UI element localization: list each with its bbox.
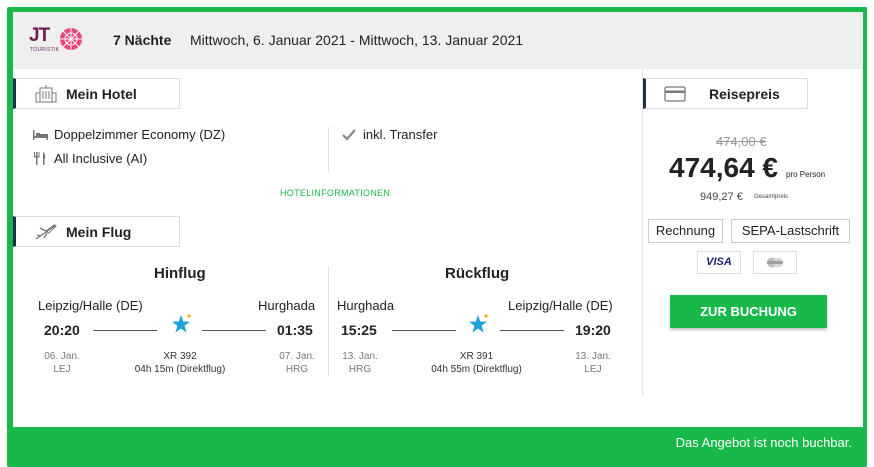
total-price: 949,27 €	[700, 191, 743, 203]
offer-header: JT TOURISTIK 7 Nächte Mittwoch, 6. Janua…	[13, 12, 863, 69]
outbound-arr-info: 07. Jan. HRG	[271, 350, 323, 376]
airplane-icon	[35, 224, 57, 240]
board-type: All Inclusive (AI)	[54, 151, 148, 166]
logo-flower-icon	[60, 28, 82, 50]
return-dep-info: 13. Jan. HRG	[334, 350, 386, 376]
airline-star-icon	[172, 314, 191, 333]
return-dep-code: HRG	[348, 364, 372, 375]
trip-nights: 7 Nächte	[113, 32, 172, 48]
outbound-route-line-right	[202, 330, 266, 331]
jt-touristik-logo: JT TOURISTIK	[29, 25, 89, 59]
price-section-title: Reisepreis	[709, 86, 780, 102]
return-duration: 04h 55m (Direktflug)	[431, 364, 522, 375]
return-route-line-left	[392, 330, 456, 331]
outbound-dep-time: 20:20	[44, 322, 80, 338]
outbound-dep-code: LEJ	[53, 364, 71, 375]
credit-card-icon	[664, 86, 686, 102]
payment-sepa-button[interactable]: SEPA-Lastschrift	[731, 219, 850, 243]
mastercard-logo	[767, 257, 783, 268]
outbound-arr-date: 07. Jan.	[279, 351, 315, 362]
outbound-arr-time: 01:35	[277, 322, 313, 338]
hotel-info-link[interactable]: HOTELINFORMATIONEN	[280, 188, 390, 198]
offer-status: Das Angebot ist noch buchbar.	[675, 435, 852, 450]
outbound-duration: 04h 15m (Direktflug)	[134, 364, 226, 375]
return-flight-number: XR 391	[459, 351, 494, 362]
mastercard-icon	[753, 251, 797, 274]
room-type: Doppelzimmer Economy (DZ)	[54, 127, 226, 142]
logo-text: JT	[29, 25, 50, 46]
old-price: 474,00 €	[716, 134, 767, 149]
payment-invoice-button[interactable]: Rechnung	[648, 219, 723, 243]
outbound-flight-number: XR 392	[163, 351, 197, 362]
trip-dates: Mittwoch, 6. Januar 2021 - Mittwoch, 13.…	[190, 32, 524, 48]
return-dep-time: 15:25	[341, 322, 377, 338]
cutlery-icon	[34, 152, 46, 165]
outbound-from-city: Leipzig/Halle (DE)	[38, 298, 143, 313]
airline-star-icon	[469, 314, 488, 333]
transfer-text: inkl. Transfer	[363, 127, 438, 142]
outbound-flight-info: XR 392 04h 15m (Direktflug)	[115, 350, 245, 376]
outbound-title: Hinflug	[154, 265, 206, 282]
return-dep-date: 13. Jan.	[342, 351, 378, 362]
return-arr-date: 13. Jan.	[575, 351, 611, 362]
price-section-label: Reisepreis	[643, 78, 808, 109]
return-route-line-right	[500, 330, 564, 331]
logo-subtext: TOURISTIK	[30, 47, 60, 53]
hotel-section-label: Mein Hotel	[13, 78, 180, 109]
book-button[interactable]: ZUR BUCHUNG	[670, 295, 827, 328]
price-column-divider	[642, 69, 643, 396]
hotel-section-title: Mein Hotel	[66, 86, 137, 102]
outbound-dep-date: 06. Jan.	[44, 351, 80, 362]
per-person-label: pro Person	[786, 170, 826, 179]
return-title: Rückflug	[445, 265, 510, 282]
hotel-building-icon	[35, 85, 57, 103]
total-price-label: Gesamtpreis	[754, 194, 789, 200]
outbound-arr-code: HRG	[285, 364, 309, 375]
return-arr-code: LEJ	[584, 364, 602, 375]
hotel-divider	[328, 127, 329, 172]
current-price: 474,64 €	[669, 152, 778, 183]
return-arr-time: 19:20	[575, 322, 611, 338]
outbound-to-city: Hurghada	[258, 298, 316, 313]
flight-section-label: Mein Flug	[13, 216, 180, 247]
bed-icon	[33, 130, 48, 140]
return-to-city: Leipzig/Halle (DE)	[508, 298, 613, 313]
check-icon	[342, 129, 356, 141]
return-arr-info: 13. Jan. LEJ	[567, 350, 619, 376]
flight-section-title: Mein Flug	[66, 224, 132, 240]
outbound-dep-info: 06. Jan. LEJ	[36, 350, 88, 376]
return-flight-info: XR 391 04h 55m (Direktflug)	[410, 350, 543, 376]
return-from-city: Hurghada	[337, 298, 395, 313]
outbound-route-line-left	[93, 330, 157, 331]
visa-card-icon: VISA	[697, 251, 741, 274]
flight-divider	[328, 266, 329, 376]
